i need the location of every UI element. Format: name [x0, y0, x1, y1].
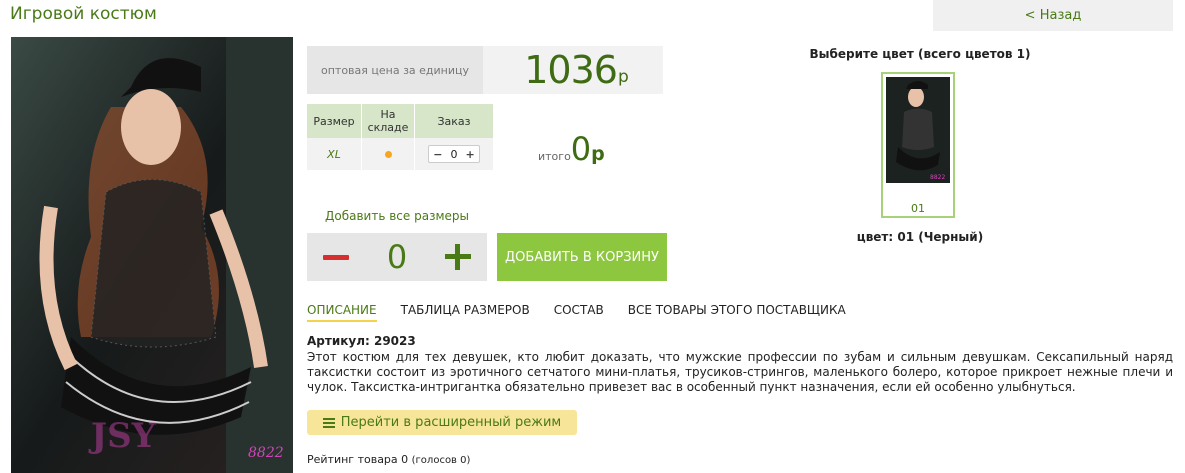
- price-currency: р: [617, 67, 629, 87]
- col-stock: На складе: [361, 104, 415, 138]
- product-image[interactable]: JSY 8822: [11, 37, 293, 473]
- order-total: итого 0 р: [538, 130, 605, 168]
- all-sizes-stepper: 0: [307, 233, 487, 281]
- tab-size-table[interactable]: ТАБЛИЦА РАЗМЕРОВ: [401, 303, 530, 322]
- add-to-cart-button[interactable]: ДОБАВИТЬ В КОРЗИНУ: [497, 233, 667, 281]
- tab-description[interactable]: ОПИСАНИЕ: [307, 303, 377, 322]
- total-value: 0: [570, 130, 592, 168]
- swatch-thumbnail: 8822: [886, 77, 950, 183]
- rating-votes: (голосов 0): [411, 455, 471, 466]
- col-order: Заказ: [414, 104, 494, 138]
- color-heading: Выберите цвет (всего цветов 1): [809, 47, 1031, 61]
- product-rating: Рейтинг товара 0 (голосов 0): [307, 453, 470, 466]
- description-tabs: ОПИСАНИЕ ТАБЛИЦА РАЗМЕРОВ СОСТАВ ВСЕ ТОВ…: [307, 303, 870, 322]
- price-value: 1036 р: [490, 46, 663, 94]
- color-swatch[interactable]: 8822 01: [881, 72, 955, 218]
- qty-value[interactable]: 0: [447, 148, 462, 161]
- image-watermark-code: 8822: [248, 445, 284, 461]
- swatch-code: 01: [911, 202, 925, 215]
- advanced-mode-label: Перейти в расширенный режим: [340, 415, 562, 430]
- all-sizes-qty[interactable]: 0: [387, 238, 407, 276]
- svg-text:8822: 8822: [930, 174, 945, 181]
- sizes-table: Размер На складе Заказ XL − 0 +: [307, 104, 494, 170]
- col-size: Размер: [307, 104, 362, 138]
- selected-color: цвет: 01 (Черный): [856, 230, 984, 244]
- add-all-sizes-link[interactable]: Добавить все размеры: [307, 209, 487, 223]
- qty-stepper[interactable]: − 0 +: [428, 145, 480, 163]
- table-row: XL − 0 +: [307, 138, 494, 170]
- svg-text:JSY: JSY: [88, 416, 157, 456]
- article-number: Артикул: 29023: [307, 334, 416, 348]
- back-button[interactable]: < Назад: [933, 0, 1173, 31]
- qty-minus-button[interactable]: −: [429, 148, 446, 161]
- price-label: оптовая цена за единицу: [307, 46, 483, 94]
- list-icon: [322, 417, 335, 428]
- minus-icon[interactable]: [323, 254, 349, 260]
- plus-icon[interactable]: [444, 244, 471, 270]
- advanced-mode-button[interactable]: Перейти в расширенный режим: [307, 410, 577, 435]
- stock-dot-icon: [384, 150, 392, 158]
- tab-supplier-products[interactable]: ВСЕ ТОВАРЫ ЭТОГО ПОСТАВЩИКА: [628, 303, 846, 322]
- price-number: 1036: [524, 48, 618, 92]
- rating-text: Рейтинг товара 0: [307, 453, 409, 466]
- qty-plus-button[interactable]: +: [462, 148, 479, 161]
- product-description: Этот костюм для тех девушек, кто любит д…: [307, 350, 1173, 394]
- total-label: итого: [538, 150, 571, 163]
- size-value: XL: [307, 138, 362, 170]
- stock-indicator: [361, 138, 415, 170]
- page-title: Игровой костюм: [10, 4, 157, 24]
- total-currency: р: [591, 143, 605, 165]
- order-cell: − 0 +: [414, 138, 494, 170]
- tab-composition[interactable]: СОСТАВ: [554, 303, 604, 322]
